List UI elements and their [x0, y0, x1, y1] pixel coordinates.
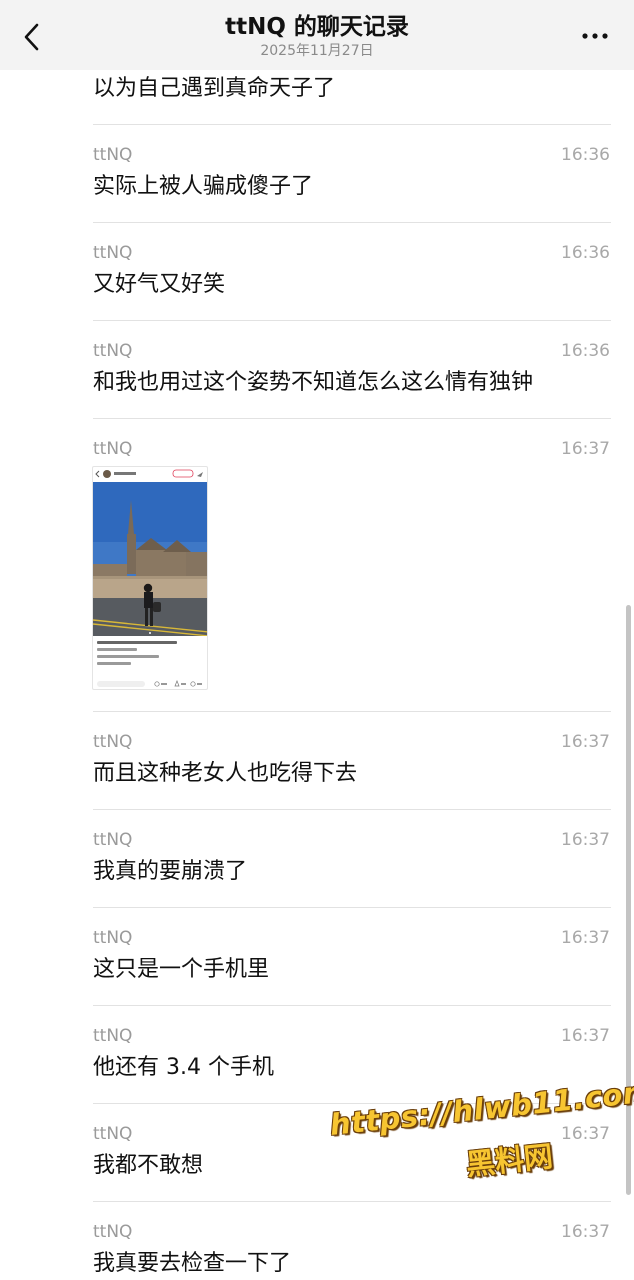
message-time: 16:37 [561, 1222, 610, 1242]
message-text: 我真要去检查一下了 [93, 1251, 292, 1276]
image-message-thumbnail[interactable] [92, 466, 208, 690]
chevron-left-icon[interactable] [18, 20, 46, 54]
sender-name: ttNQ [93, 243, 133, 263]
message-time: 16:37 [561, 732, 610, 752]
message-text: 而且这种老女人也吃得下去 [93, 761, 358, 786]
divider [93, 320, 611, 321]
message-text: 我都不敢想 [93, 1153, 204, 1178]
message-time: 16:37 [561, 928, 610, 948]
divider [93, 222, 611, 223]
message-time: 16:37 [561, 1124, 610, 1144]
message-text: 他还有 3.4 个手机 [93, 1055, 274, 1080]
church-photo [93, 482, 207, 636]
message-time: 16:37 [561, 830, 610, 850]
page-date: 2025年11月27日 [260, 43, 374, 59]
divider [93, 907, 611, 908]
sender-name: ttNQ [93, 928, 133, 948]
sender-name: ttNQ [93, 439, 133, 459]
sender-name: ttNQ [93, 1026, 133, 1046]
message-time: 16:37 [561, 1026, 610, 1046]
thumbnail-actionbar [97, 680, 202, 687]
thumbnail-caption-lines [97, 641, 205, 669]
divider [93, 711, 611, 712]
message-time: 16:36 [561, 145, 610, 165]
message-text: 这只是一个手机里 [93, 957, 270, 982]
chat-history-page: 以为自己遇到真命天子了 ttNQ 16:36 实际上被人骗成傻子了 ttNQ 1… [0, 0, 634, 1280]
divider [93, 1201, 611, 1202]
message-time: 16:36 [561, 243, 610, 263]
message-text: 和我也用过这个姿势不知道怎么这么情有独钟 [93, 370, 534, 395]
sender-name: ttNQ [93, 1222, 133, 1242]
sender-name: ttNQ [93, 341, 133, 361]
divider [93, 418, 611, 419]
title-block: ttNQ 的聊天记录 2025年11月27日 [117, 12, 517, 60]
sender-name: ttNQ [93, 1124, 133, 1144]
nav-header: ttNQ 的聊天记录 2025年11月27日 [0, 0, 634, 70]
thumbnail-topbar [95, 469, 203, 478]
message-text: 以为自己遇到真命天子了 [93, 76, 336, 101]
page-title: ttNQ 的聊天记录 [225, 14, 409, 40]
divider [93, 124, 611, 125]
sender-name: ttNQ [93, 145, 133, 165]
sender-name: ttNQ [93, 732, 133, 752]
divider [93, 809, 611, 810]
more-dots-icon[interactable] [580, 26, 610, 46]
message-time: 16:37 [561, 439, 610, 459]
watermark-site: 黑料网 [464, 1138, 555, 1182]
message-text: 我真的要崩溃了 [93, 859, 248, 884]
divider [93, 1005, 611, 1006]
sender-name: ttNQ [93, 830, 133, 850]
message-text: 实际上被人骗成傻子了 [93, 174, 314, 199]
message-time: 16:36 [561, 341, 610, 361]
message-text: 又好气又好笑 [93, 272, 226, 297]
